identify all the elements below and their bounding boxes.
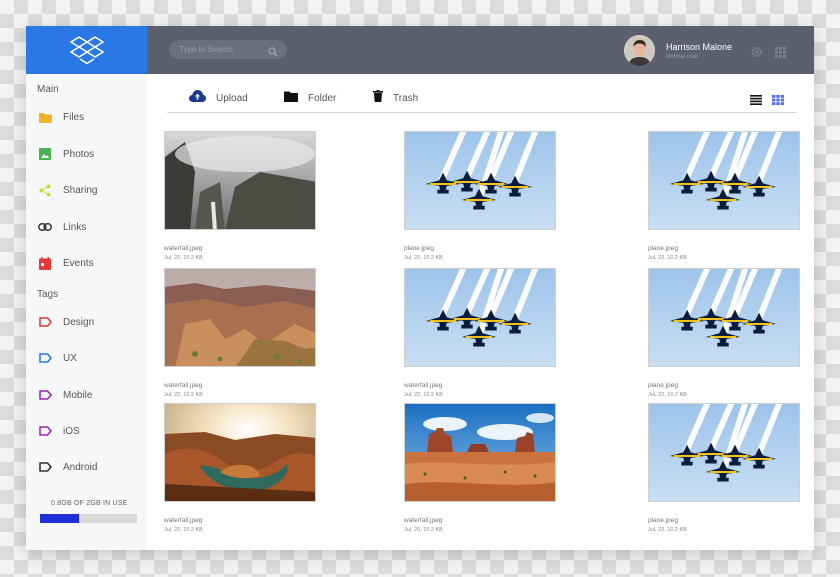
sidebar-tag-ios[interactable]: iOS: [38, 422, 80, 440]
link-icon: [38, 220, 52, 234]
cloud-upload-icon: [189, 89, 206, 107]
file-thumbnail: [648, 131, 800, 230]
file-meta: Jul, 22, 10.2 KB: [164, 255, 203, 261]
file-meta: Jul, 22, 10.2 KB: [648, 255, 687, 261]
folder-icon: [38, 110, 52, 124]
sidebar-item-files[interactable]: Files: [38, 108, 84, 126]
file-name: waterfall.jpeg: [164, 382, 203, 389]
section-title-tags: Tags: [37, 289, 59, 300]
sidebar-tag-label: Android: [63, 461, 98, 473]
file-tile[interactable]: waterfall.jpeg Jul, 22, 10.2 KB: [404, 268, 556, 398]
gear-icon[interactable]: [751, 45, 763, 63]
file-thumbnail: [404, 131, 556, 230]
file-meta: Jul, 22, 10.2 KB: [404, 255, 443, 261]
folder-icon: [284, 89, 298, 107]
grid-view-icon[interactable]: [772, 92, 784, 110]
file-thumbnail: [404, 268, 556, 367]
file-thumbnail: [404, 403, 556, 502]
file-name: plane.jpeg: [648, 382, 678, 389]
trash-icon: [373, 89, 383, 107]
sidebar-tag-mobile[interactable]: Mobile: [38, 386, 92, 404]
sidebar-tag-ux[interactable]: UX: [38, 349, 77, 367]
file-thumbnail: [648, 403, 800, 502]
file-thumbnail: [164, 131, 316, 230]
storage-usage-label: 0.8GB OF 2GB IN USE: [51, 500, 128, 507]
sidebar-tag-label: Design: [63, 316, 95, 328]
sidebar-item-sharing[interactable]: Sharing: [38, 181, 97, 199]
sidebar-tag-design[interactable]: Design: [38, 313, 94, 331]
sidebar-tag-label: UX: [63, 352, 77, 364]
file-meta: Jul, 22, 10.2 KB: [404, 392, 443, 398]
sidebar: Main Files Photos Sharing Links Events T…: [26, 26, 147, 550]
file-tile[interactable]: waterfall.jpeg Jul, 22, 10.2 KB: [164, 131, 316, 261]
file-meta: Jul, 20, 10.2 KB: [404, 527, 443, 533]
top-bar: Harrison Malone Normal user: [147, 26, 814, 74]
file-name: waterfall.jpeg: [404, 382, 443, 389]
file-thumbnail: [164, 268, 316, 367]
logo[interactable]: [26, 26, 147, 74]
app-window: Main Files Photos Sharing Links Events T…: [26, 26, 814, 550]
storage-usage-bar: [40, 514, 137, 523]
new-folder-button[interactable]: Folder: [284, 89, 336, 107]
search-icon[interactable]: [268, 44, 278, 62]
file-tile[interactable]: plane.jpeg Jul, 22, 10.2 KB: [648, 131, 800, 261]
file-tile[interactable]: waterfall.jpeg Jul, 22, 10.2 KB: [164, 268, 316, 398]
file-tile[interactable]: waterfall.jpeg Jul, 22, 10.2 KB: [164, 403, 316, 533]
list-view-icon[interactable]: [750, 92, 762, 110]
share-icon: [38, 183, 52, 197]
sidebar-tag-label: iOS: [63, 425, 80, 437]
file-meta: Jul, 22, 10.2 KB: [648, 527, 687, 533]
tag-icon: [38, 424, 52, 438]
file-name: waterfall.jpeg: [404, 517, 443, 524]
file-name: plane.jpeg: [648, 245, 678, 252]
sidebar-tag-label: Mobile: [63, 389, 93, 401]
dropbox-logo-icon: [69, 36, 104, 65]
sidebar-item-label: Files: [63, 111, 85, 123]
file-name: plane.jpeg: [404, 245, 434, 252]
tag-icon: [38, 460, 52, 474]
sidebar-item-label: Photos: [63, 148, 95, 160]
avatar[interactable]: [624, 35, 655, 66]
tag-icon: [38, 315, 52, 329]
tag-icon: [38, 388, 52, 402]
search-box: [169, 40, 287, 59]
sidebar-item-label: Events: [63, 257, 94, 269]
file-tile[interactable]: plane.jpeg Jul, 22, 10.2 KB: [648, 403, 800, 533]
trash-label: Trash: [393, 92, 419, 104]
file-toolbar: Upload Folder Trash: [167, 82, 797, 113]
file-name: plane.jpeg: [648, 517, 678, 524]
user-avatar-icon: [624, 35, 655, 66]
user-name[interactable]: Harrison Malone: [666, 42, 732, 52]
upload-label: Upload: [216, 92, 248, 104]
upload-button[interactable]: Upload: [189, 89, 248, 107]
calendar-icon: [38, 256, 52, 270]
sidebar-item-label: Sharing: [63, 184, 98, 196]
file-tile[interactable]: plane.jpeg Jul, 22, 10.2 KB: [404, 131, 556, 261]
sidebar-item-label: Links: [63, 221, 87, 233]
sidebar-item-links[interactable]: Links: [38, 218, 86, 236]
sidebar-item-photos[interactable]: Photos: [38, 145, 94, 163]
tag-icon: [38, 351, 52, 365]
file-meta: Jul, 22, 10.2 KB: [164, 527, 203, 533]
apps-grid-icon[interactable]: [775, 45, 786, 63]
sidebar-tag-android[interactable]: Android: [38, 458, 97, 476]
file-tile[interactable]: plane.jpeg Jul, 22, 10.2 KB: [648, 268, 800, 398]
folder-label: Folder: [308, 92, 337, 104]
section-title-main: Main: [37, 84, 59, 95]
user-role: Normal user: [666, 54, 699, 60]
file-tile[interactable]: waterfall.jpeg Jul, 20, 10.2 KB: [404, 403, 556, 533]
file-thumbnail: [648, 268, 800, 367]
file-name: waterfall.jpeg: [164, 517, 203, 524]
storage-usage-fill: [40, 514, 79, 523]
file-thumbnail: [164, 403, 316, 502]
image-icon: [38, 147, 52, 161]
trash-button[interactable]: Trash: [373, 89, 418, 107]
sidebar-item-events[interactable]: Events: [38, 254, 94, 272]
file-meta: Jul, 22, 10.2 KB: [164, 392, 203, 398]
file-name: waterfall.jpeg: [164, 245, 203, 252]
search-input[interactable]: [179, 42, 267, 57]
file-meta: Jul, 22, 10.2 KB: [648, 392, 687, 398]
